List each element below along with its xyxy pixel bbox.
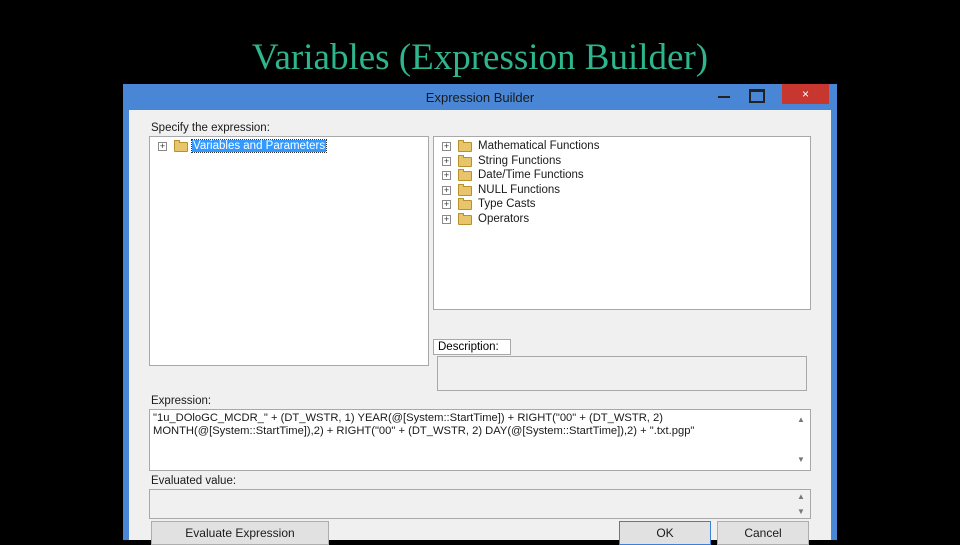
evaluated-scrollbar[interactable]: ▲ ▼	[794, 490, 810, 518]
cancel-button[interactable]: Cancel	[717, 521, 809, 545]
evaluated-value-box: ▲ ▼	[149, 489, 811, 519]
folder-icon	[458, 183, 472, 196]
function-tree-panel[interactable]: + Mathematical Functions + String Functi…	[433, 136, 811, 310]
folder-icon	[458, 198, 472, 210]
expression-scrollbar[interactable]: ▲ ▼	[794, 410, 810, 470]
expand-icon[interactable]: +	[442, 171, 451, 180]
folder-icon	[458, 154, 472, 167]
tree-item-label: Variables and Parameters	[190, 139, 328, 153]
scroll-down-icon[interactable]: ▼	[797, 454, 805, 467]
maximize-icon[interactable]	[745, 86, 767, 103]
expand-icon[interactable]: +	[442, 156, 451, 166]
tree-item-label: Mathematical Functions	[478, 140, 600, 152]
close-button[interactable]: ×	[782, 84, 829, 104]
tree-item-label: String Functions	[478, 154, 562, 167]
window-titlebar[interactable]: Expression Builder ×	[123, 84, 837, 110]
tree-item-label: Operators	[478, 212, 530, 225]
dialog-client-area: Specify the expression: + Variables and …	[129, 110, 831, 545]
expression-label: Expression:	[151, 395, 212, 407]
expand-icon[interactable]: +	[158, 142, 167, 151]
expression-line-2: MONTH(@[System::StartTime]),2) + RIGHT("…	[153, 424, 695, 437]
folder-icon	[458, 169, 472, 181]
expand-icon[interactable]: +	[442, 214, 451, 224]
expression-textarea[interactable]: "1u_DOloGC_MCDR_" + (DT_WSTR, 1) YEAR(@[…	[149, 409, 811, 471]
variables-tree-panel[interactable]: + Variables and Parameters	[149, 136, 429, 366]
scroll-up-icon[interactable]: ▲	[797, 492, 805, 501]
ok-button[interactable]: OK	[619, 521, 711, 545]
expand-icon[interactable]: +	[442, 142, 451, 151]
specify-expression-label: Specify the expression:	[151, 122, 270, 134]
scroll-down-icon[interactable]: ▼	[797, 507, 805, 516]
tree-item-label: NULL Functions	[478, 183, 561, 196]
expression-builder-window: Expression Builder × Specify the express…	[123, 84, 837, 545]
expand-icon[interactable]: +	[442, 185, 451, 195]
evaluate-expression-button[interactable]: Evaluate Expression	[151, 521, 329, 545]
tree-item-label: Type Casts	[478, 198, 536, 210]
scroll-up-icon[interactable]: ▲	[797, 414, 805, 427]
description-box	[437, 356, 807, 391]
tree-item-label: Date/Time Functions	[478, 169, 584, 181]
description-label: Description:	[433, 339, 511, 355]
open-folder-icon	[174, 140, 188, 152]
expression-line-1: "1u_DOloGC_MCDR_" + (DT_WSTR, 1) YEAR(@[…	[153, 412, 663, 424]
evaluated-value-label: Evaluated value:	[151, 475, 237, 487]
slide-title: Variables (Expression Builder)	[251, 37, 709, 78]
folder-icon	[458, 212, 472, 225]
expand-icon[interactable]: +	[442, 200, 451, 209]
folder-icon	[458, 140, 472, 152]
minimize-icon[interactable]	[713, 86, 735, 102]
